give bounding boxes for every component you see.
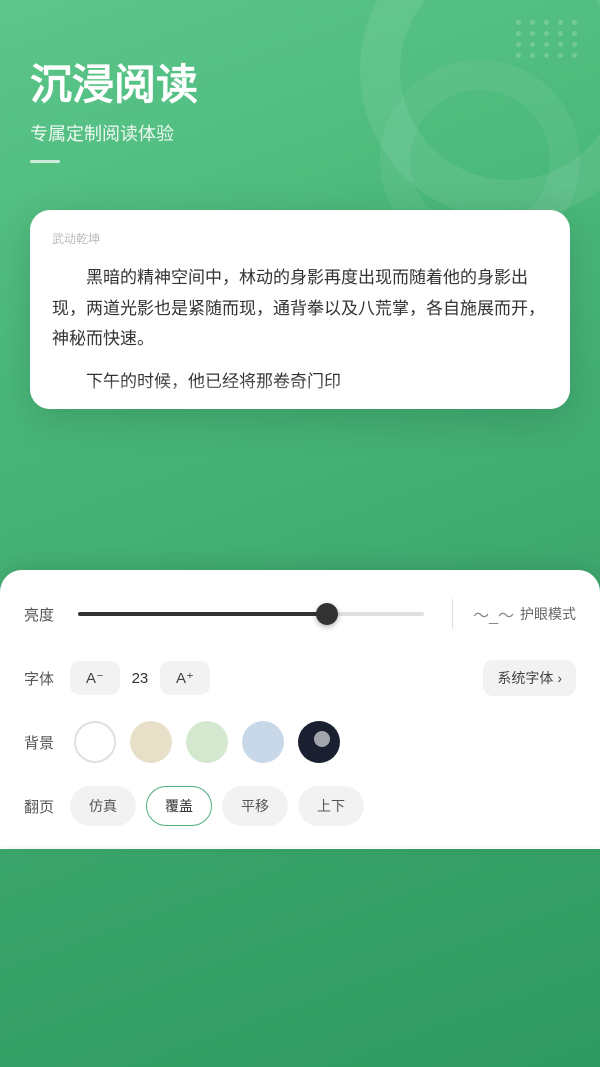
bg-green[interactable] [186, 721, 228, 763]
background-row: 背景 [24, 720, 576, 764]
hero-section: 沉浸阅读 专属定制阅读体验 [0, 0, 600, 163]
book-title: 武动乾坤 [52, 230, 548, 247]
font-label: 字体 [24, 668, 60, 689]
background-circles [74, 721, 576, 763]
reading-card: 武动乾坤 黑暗的精神空间中，林动的身影再度出现而随着他的身影出现，两道光影也是紧… [30, 210, 570, 409]
font-size-display: 23 [128, 670, 152, 687]
page-title: 沉浸阅读 [30, 60, 570, 110]
slider-thumb[interactable] [316, 603, 338, 625]
eye-mode-toggle[interactable]: 〜_〜 护眼模式 [473, 602, 576, 626]
eye-mode-label: 护眼模式 [520, 604, 576, 624]
pageturn-slide[interactable]: 平移 [222, 786, 288, 826]
pageturn-label: 翻页 [24, 796, 60, 817]
font-family-label: 系统字体 [497, 668, 553, 688]
paragraph-2: 下午的时候，他已经将那卷奇门印 [52, 367, 548, 398]
moon-icon [314, 731, 330, 747]
settings-panel: 亮度 〜_〜 护眼模式 字体 A⁻ 23 A⁺ 系统字体 › 背景 [0, 570, 600, 846]
bg-dark[interactable] [298, 721, 340, 763]
pageturn-row: 翻页 仿真 覆盖 平移 上下 [24, 784, 576, 828]
page-subtitle: 专属定制阅读体验 [30, 120, 570, 146]
brightness-label: 亮度 [24, 604, 60, 625]
font-controls: A⁻ 23 A⁺ [70, 661, 473, 695]
pageturn-updown[interactable]: 上下 [298, 786, 364, 826]
bg-blue[interactable] [242, 721, 284, 763]
font-family-button[interactable]: 系统字体 › [483, 660, 576, 696]
background-label: 背景 [24, 732, 60, 753]
slider-fill [78, 612, 327, 616]
reading-text: 黑暗的精神空间中，林动的身影再度出现而随着他的身影出现，两道光影也是紧随而现，通… [52, 263, 548, 397]
divider [452, 599, 453, 629]
font-decrease-button[interactable]: A⁻ [70, 661, 120, 695]
eye-icon: 〜_〜 [473, 602, 514, 626]
pageturn-simulate[interactable]: 仿真 [70, 786, 136, 826]
bg-white[interactable] [74, 721, 116, 763]
font-row: 字体 A⁻ 23 A⁺ 系统字体 › [24, 656, 576, 700]
font-family-arrow: › [557, 670, 562, 686]
pageturn-options: 仿真 覆盖 平移 上下 [70, 786, 576, 826]
title-underline [30, 160, 60, 163]
pageturn-cover[interactable]: 覆盖 [146, 786, 212, 826]
bg-beige[interactable] [130, 721, 172, 763]
paragraph-1: 黑暗的精神空间中，林动的身影再度出现而随着他的身影出现，两道光影也是紧随而现，通… [52, 263, 548, 355]
brightness-row: 亮度 〜_〜 护眼模式 [24, 592, 576, 636]
font-increase-button[interactable]: A⁺ [160, 661, 210, 695]
brightness-slider[interactable] [78, 612, 424, 616]
